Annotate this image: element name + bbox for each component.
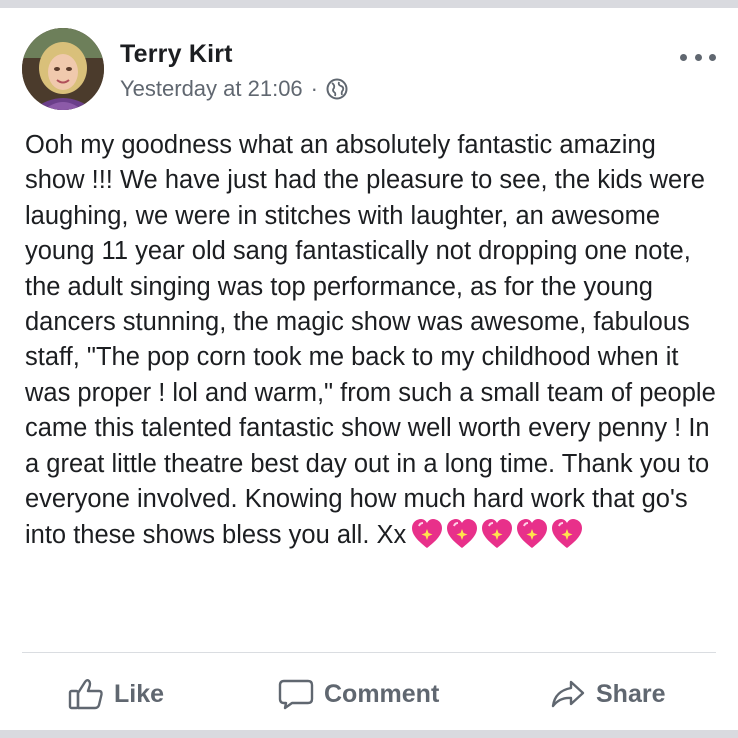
- share-icon: [551, 680, 585, 708]
- like-button[interactable]: Like: [68, 668, 164, 720]
- post-body-text: Ooh my goodness what an absolutely fanta…: [25, 131, 716, 550]
- action-divider: [22, 652, 716, 653]
- post-body: Ooh my goodness what an absolutely fanta…: [25, 128, 720, 562]
- author-name[interactable]: Terry Kirt: [120, 40, 233, 69]
- more-horizontal-icon[interactable]: [680, 50, 716, 64]
- share-button[interactable]: Share: [550, 668, 665, 720]
- sparkling-heart-icon: [412, 519, 443, 549]
- share-label: Share: [596, 679, 666, 708]
- sparkling-heart-icon: [552, 519, 583, 549]
- post-header: Terry Kirt Yesterday at 21:06 ·: [22, 28, 716, 112]
- top-border: [0, 0, 738, 8]
- avatar[interactable]: [22, 28, 104, 110]
- comment-icon: [278, 679, 314, 710]
- meta-separator: ·: [310, 76, 318, 101]
- comment-button[interactable]: Comment: [278, 668, 439, 720]
- comment-label: Comment: [324, 679, 440, 708]
- globe-icon[interactable]: [326, 78, 348, 100]
- action-bar: Like Comment Share: [0, 668, 738, 720]
- bottom-border: [0, 730, 738, 738]
- timestamp[interactable]: Yesterday at 21:06: [120, 76, 303, 102]
- thumbs-up-icon: [68, 679, 103, 710]
- post-card: Terry Kirt Yesterday at 21:06 · Ooh my g…: [0, 0, 738, 738]
- like-label: Like: [114, 679, 165, 708]
- sparkling-heart-icon: [447, 519, 478, 549]
- sparkling-heart-icon: [482, 519, 513, 549]
- post-meta: Yesterday at 21:06 ·: [120, 76, 348, 102]
- emoji-group: [410, 517, 586, 561]
- avatar-photo: [22, 28, 104, 110]
- sparkling-heart-icon: [517, 519, 548, 549]
